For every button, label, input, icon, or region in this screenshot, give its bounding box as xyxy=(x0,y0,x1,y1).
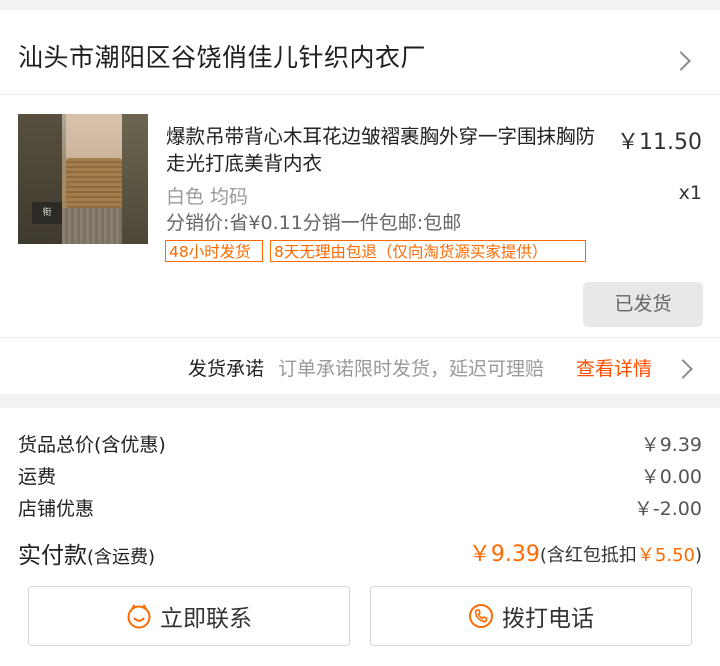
red-packet-amount: ￥5.50 xyxy=(636,545,695,566)
call-phone-button[interactable]: 拨打电话 xyxy=(370,586,692,646)
product-image-skin xyxy=(66,114,122,160)
shipping-48h-badge: 48小时发货 xyxy=(165,240,263,262)
goods-total-label: 货品总价(含优惠) xyxy=(18,434,166,456)
promise-label: 发货承诺 xyxy=(188,358,265,380)
call-button-label: 拨打电话 xyxy=(502,606,594,632)
chevron-right-icon[interactable] xyxy=(671,51,691,71)
product-sku: 白色 均码 xyxy=(166,186,249,208)
shipping-fee-value: ￥0.00 xyxy=(640,466,702,488)
shop-discount-label: 店铺优惠 xyxy=(18,498,95,520)
product-image-garment xyxy=(66,158,122,208)
shipping-fee-label: 运费 xyxy=(18,466,57,488)
shipping-promise-row[interactable]: 发货承诺 订单承诺限时发货，延迟可理赔 查看详情 xyxy=(0,337,720,394)
product-image-label: 衔 xyxy=(32,202,62,224)
promise-description: 订单承诺限时发货，延迟可理赔 xyxy=(278,358,545,380)
contact-seller-button[interactable]: 立即联系 xyxy=(28,586,350,646)
product-image-coat xyxy=(18,114,62,244)
view-details-link[interactable]: 查看详情 xyxy=(576,354,652,381)
phone-icon xyxy=(469,604,493,628)
product-image-coat-right xyxy=(122,114,148,244)
product-image-skirt xyxy=(62,208,124,244)
product-image[interactable]: 衔 xyxy=(18,114,148,244)
product-title[interactable]: 爆款吊带背心木耳花边皱褶裹胸外穿一字围抹胸防走光打底美背内衣 xyxy=(166,123,612,177)
paid-total-label: 实付款(含运费) xyxy=(18,536,155,570)
shop-name[interactable]: 汕头市潮阳区谷饶俏佳儿针织内衣厂 xyxy=(18,38,426,74)
product-promo: 分销价:省¥0.11分销一件包邮:包邮 xyxy=(166,212,462,234)
shop-discount-value: ￥-2.00 xyxy=(633,498,702,520)
shop-header[interactable]: 汕头市潮阳区谷饶俏佳儿针织内衣厂 xyxy=(0,10,720,95)
chevron-right-icon[interactable] xyxy=(673,359,693,379)
shipped-status-button[interactable]: 已发货 xyxy=(583,282,703,327)
paid-total-value: ￥9.39(含红包抵扣￥5.50) xyxy=(469,536,702,568)
paid-note-suffix: ) xyxy=(694,545,702,566)
paid-label-suffix: (含运费) xyxy=(87,547,156,568)
paid-note-prefix: (含红包抵扣 xyxy=(539,545,637,566)
product-quantity: x1 xyxy=(678,182,702,204)
order-item-card: 汕头市潮阳区谷饶俏佳儿针织内衣厂 衔 爆款吊带背心木耳花边皱褶裹胸外穿一字围抹胸… xyxy=(0,10,720,394)
contact-button-label: 立即联系 xyxy=(160,606,252,632)
chat-smile-icon xyxy=(127,604,151,629)
paid-amount: ￥9.39 xyxy=(468,542,540,567)
price-summary-card: 货品总价(含优惠) ￥9.39 运费 ￥0.00 店铺优惠 ￥-2.00 实付款… xyxy=(0,408,720,666)
refund-policy-badge: 8天无理由包退（仅向淘货源买家提供） xyxy=(270,240,586,262)
goods-total-value: ￥9.39 xyxy=(640,434,702,456)
product-price: ￥11.50 xyxy=(617,130,702,155)
paid-label: 实付款 xyxy=(18,543,87,569)
